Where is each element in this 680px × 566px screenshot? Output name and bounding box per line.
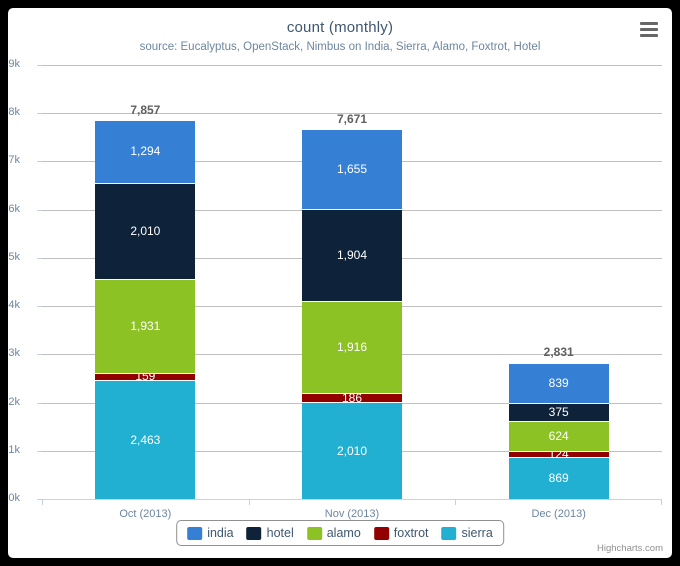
y-axis-tick-label: 9k: [8, 58, 20, 70]
bar-total-label: 7,857: [130, 103, 161, 118]
y-axis-tick-mark: [37, 354, 42, 356]
y-axis-tick-label: 8k: [8, 106, 20, 119]
bar-segment-hotel[interactable]: 375: [508, 402, 609, 422]
hamburger-bar: [640, 28, 658, 31]
hamburger-menu-icon[interactable]: [636, 17, 662, 41]
x-axis-tick-mark: [455, 499, 457, 505]
bar-stack: 2,010 186 1,916 1,904 1,655 7,671: [302, 112, 402, 499]
plot-area: 0k 1k 2k 3k 4k 5k 6k 7k 8k 9k 2,463 159 1,931 2,010 1,…: [8, 58, 662, 504]
chart-legend: india hotel alamo foxtrot sierra: [176, 520, 504, 546]
y-axis-tick-label: 5k: [8, 250, 20, 263]
legend-swatch-foxtrot: [373, 526, 389, 540]
bar-segment-india[interactable]: 1,655: [302, 129, 402, 209]
bar-segment-label: 124: [509, 452, 609, 457]
legend-item-alamo[interactable]: alamo: [306, 526, 361, 540]
bar-segment-foxtrot[interactable]: 186: [302, 393, 402, 403]
bar-total-label: 7,671: [336, 112, 368, 127]
y-axis-tick-mark: [37, 209, 42, 211]
legend-label: sierra: [461, 526, 493, 540]
legend-label: india: [207, 526, 234, 540]
x-axis-tick-mark: [661, 499, 662, 505]
legend-label: foxtrot: [393, 526, 429, 540]
bar-segment-label: 1,916: [336, 339, 368, 354]
y-axis-tick-label: 4k: [8, 299, 20, 312]
y-axis-tick-mark: [37, 402, 42, 404]
x-axis-tick-label: Dec (2013): [531, 508, 586, 520]
bar-segment-label: 839: [548, 375, 569, 390]
legend-label: hotel: [266, 526, 294, 540]
y-axis-tick-label: 1k: [8, 443, 20, 456]
bar-segment-sierra[interactable]: 869: [508, 457, 609, 499]
y-axis-tick-mark: [37, 306, 42, 308]
legend-item-india[interactable]: india: [187, 526, 234, 540]
y-axis-tick-label: 3k: [8, 347, 20, 360]
bar-segment-alamo[interactable]: 624: [508, 421, 609, 452]
bar-segment-label: 869: [548, 471, 569, 486]
bar-segment-label: 1,904: [336, 247, 368, 262]
bar-segment-sierra[interactable]: 2,010: [302, 402, 402, 499]
x-axis-line: [42, 499, 662, 500]
bar-segment-alamo[interactable]: 1,931: [95, 279, 196, 373]
bar-segment-label: 375: [548, 404, 569, 419]
y-axis-tick-mark: [37, 65, 42, 66]
bar-stack: 2,463 159 1,931 2,010 1,294 7,857: [95, 103, 196, 499]
legend-swatch-india: [187, 526, 203, 540]
y-axis-tick-mark: [37, 113, 42, 115]
bar-segment-label: 186: [341, 393, 363, 403]
x-axis-tick-mark: [42, 499, 43, 505]
legend-swatch-alamo: [306, 526, 322, 540]
bar-segment-label: 159: [135, 372, 156, 381]
y-axis-tick-label: 6k: [8, 202, 20, 215]
chart-container: count (monthly) source: Eucalyptus, Open…: [8, 8, 672, 558]
bar-segment-hotel[interactable]: 1,904: [302, 208, 402, 301]
legend-item-sierra[interactable]: sierra: [441, 526, 493, 540]
bar-segment-label: 2,463: [130, 432, 161, 447]
hamburger-bar: [640, 34, 658, 37]
bar-segment-label: 1,931: [130, 319, 161, 333]
legend-swatch-sierra: [441, 526, 457, 540]
bar-segment-alamo[interactable]: 1,916: [302, 300, 402, 394]
chart-subtitle: source: Eucalyptus, OpenStack, Nimbus on…: [139, 41, 541, 53]
bar-total-label: 2,831: [543, 345, 574, 360]
bar-segment-foxtrot[interactable]: 159: [95, 372, 196, 381]
y-axis-tick-label: 0k: [8, 492, 20, 504]
bar-segment-label: 624: [548, 429, 569, 444]
legend-swatch-hotel: [246, 526, 262, 540]
x-axis-tick-label: Nov (2013): [324, 508, 380, 520]
bar-segment-sierra[interactable]: 2,463: [95, 380, 196, 499]
y-axis-tick-label: 7k: [8, 154, 20, 167]
credits-link[interactable]: Highcharts.com: [597, 543, 663, 554]
chart-title: count (monthly): [286, 19, 394, 36]
bar-stack: 869 124 624 375 839 2,831: [508, 345, 609, 499]
bar-segment-india[interactable]: 1,294: [95, 120, 196, 183]
x-axis-tick-mark: [248, 499, 250, 505]
x-axis-tick-label: Oct (2013): [119, 508, 172, 520]
bar-segment-foxtrot[interactable]: 124: [508, 451, 609, 458]
y-axis-tick-label: 2k: [8, 395, 20, 408]
bar-segment-india[interactable]: 839: [508, 362, 609, 403]
legend-item-foxtrot[interactable]: foxtrot: [373, 526, 429, 540]
y-axis-tick-mark: [37, 257, 42, 259]
legend-label: alamo: [326, 526, 361, 540]
y-axis-tick-mark: [37, 161, 42, 163]
bar-segment-hotel[interactable]: 2,010: [95, 182, 196, 280]
bar-segment-label: 2,010: [130, 223, 161, 238]
bar-segment-label: 2,010: [336, 443, 368, 458]
bar-segment-label: 1,655: [336, 162, 368, 176]
legend-item-hotel[interactable]: hotel: [246, 526, 294, 540]
bar-segment-label: 1,294: [130, 144, 161, 159]
hamburger-bar: [640, 22, 658, 25]
y-axis-tick-mark: [37, 450, 42, 452]
grid-line: [42, 65, 662, 66]
